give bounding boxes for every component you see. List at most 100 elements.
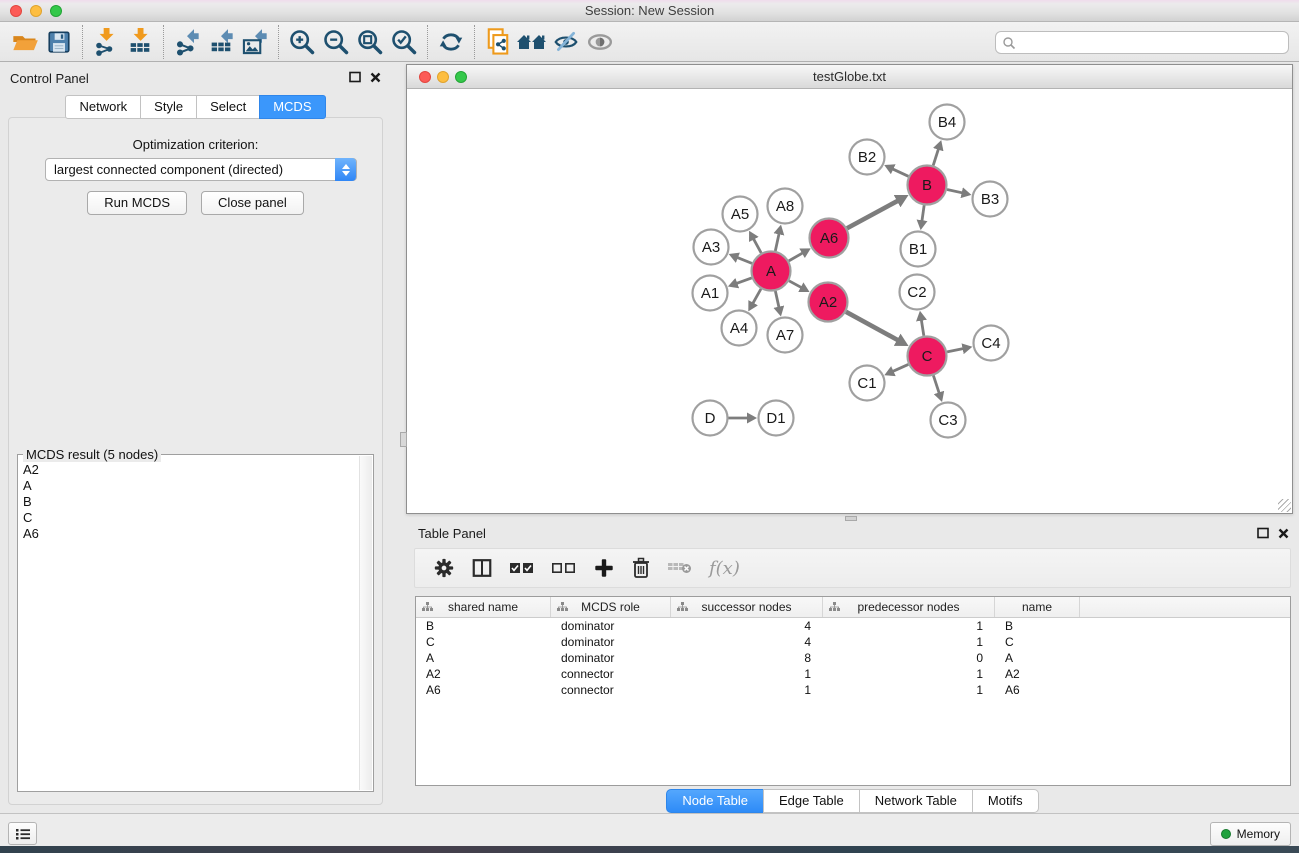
graph-edge-C-C3[interactable] xyxy=(933,375,939,392)
tab-network[interactable]: Network xyxy=(65,95,141,119)
graph-node-A1[interactable]: A1 xyxy=(693,276,728,311)
tab-style[interactable]: Style xyxy=(140,95,197,119)
graph-edge-A-A7[interactable] xyxy=(775,291,779,307)
column-header-shared-name[interactable]: shared name xyxy=(416,597,551,617)
task-history-button[interactable] xyxy=(8,822,37,845)
zoom-selected-button[interactable] xyxy=(387,26,421,58)
export-network-button[interactable] xyxy=(170,26,204,58)
graph-node-D[interactable]: D xyxy=(693,401,728,436)
network-canvas[interactable]: A A1 A2 A3 A4 A5 A6 A7 A8 B B1 B2 B3 B4 C C1 C2 C3 C4 D D1 xyxy=(407,90,1292,513)
list-item[interactable]: A6 xyxy=(23,526,359,542)
graph-edge-A-A3[interactable] xyxy=(737,258,752,264)
unselect-all-icon[interactable] xyxy=(551,559,577,577)
tab-motifs[interactable]: Motifs xyxy=(972,789,1039,813)
graph-node-B4[interactable]: B4 xyxy=(930,105,965,140)
zoom-in-button[interactable] xyxy=(285,26,319,58)
close-panel-button[interactable]: Close panel xyxy=(201,191,304,215)
delete-table-icon[interactable] xyxy=(667,559,693,577)
tab-select[interactable]: Select xyxy=(196,95,260,119)
zoom-fit-button[interactable] xyxy=(353,26,387,58)
function-builder-button[interactable]: f(x) xyxy=(709,558,740,579)
graph-edge-A6-B[interactable] xyxy=(847,201,898,228)
import-table-button[interactable] xyxy=(123,26,157,58)
graph-node-A2[interactable]: A2 xyxy=(809,283,848,322)
result-scrollbar[interactable] xyxy=(359,456,372,790)
table-row[interactable]: A dominator 8 0 A xyxy=(416,650,1290,666)
column-header-successor-nodes[interactable]: successor nodes xyxy=(671,597,823,617)
graph-edge-C-C2[interactable] xyxy=(921,320,923,336)
graph-node-B[interactable]: B xyxy=(908,166,947,205)
delete-column-trash-icon[interactable] xyxy=(631,557,651,579)
float-panel-icon[interactable] xyxy=(1257,527,1269,539)
graph-edge-A-A8[interactable] xyxy=(775,234,779,251)
save-session-button[interactable] xyxy=(42,26,76,58)
column-header-predecessor-nodes[interactable]: predecessor nodes xyxy=(823,597,995,617)
home-button[interactable] xyxy=(515,26,549,58)
float-panel-icon[interactable] xyxy=(349,71,361,83)
network-window-titlebar[interactable]: testGlobe.txt xyxy=(407,65,1292,89)
network-graph[interactable]: A A1 A2 A3 A4 A5 A6 A7 A8 B B1 B2 B3 B4 C C1 C2 C3 C4 D D1 xyxy=(407,90,1292,514)
clone-network-button[interactable] xyxy=(481,26,515,58)
window-resize-grip[interactable] xyxy=(1278,499,1291,512)
close-panel-icon[interactable] xyxy=(370,72,381,83)
search-input[interactable] xyxy=(1016,32,1288,53)
graph-node-A[interactable]: A xyxy=(752,252,791,291)
list-item[interactable]: A xyxy=(23,478,359,494)
graph-edge-A-A1[interactable] xyxy=(737,278,752,283)
graph-node-C3[interactable]: C3 xyxy=(931,403,966,438)
graph-edge-B-B4[interactable] xyxy=(933,149,938,165)
list-item[interactable]: A2 xyxy=(23,462,359,478)
graph-edge-A-A6[interactable] xyxy=(789,253,803,261)
graph-node-C2[interactable]: C2 xyxy=(900,275,935,310)
criterion-select[interactable]: largest connected component (directed) xyxy=(45,158,357,181)
split-divider-handle[interactable] xyxy=(845,516,857,521)
run-mcds-button[interactable]: Run MCDS xyxy=(87,191,187,215)
list-item[interactable]: B xyxy=(23,494,359,510)
graph-node-A7[interactable]: A7 xyxy=(768,318,803,353)
select-all-icon[interactable] xyxy=(509,559,535,577)
graph-edge-A-A2[interactable] xyxy=(789,281,801,288)
graph-node-B3[interactable]: B3 xyxy=(973,182,1008,217)
graph-edge-A-A5[interactable] xyxy=(754,239,762,253)
graph-node-C4[interactable]: C4 xyxy=(974,326,1009,361)
tab-edge-table[interactable]: Edge Table xyxy=(763,789,860,813)
graph-edge-A2-C[interactable] xyxy=(846,312,898,340)
graph-node-A8[interactable]: A8 xyxy=(768,189,803,224)
graph-node-B2[interactable]: B2 xyxy=(850,140,885,175)
toolbar-search-field[interactable] xyxy=(995,31,1289,54)
graph-node-C1[interactable]: C1 xyxy=(850,366,885,401)
refresh-view-button[interactable] xyxy=(434,26,468,58)
graph-node-A4[interactable]: A4 xyxy=(722,311,757,346)
column-header-name[interactable]: name xyxy=(995,597,1080,617)
close-panel-icon[interactable] xyxy=(1278,528,1289,539)
graph-edge-B-B1[interactable] xyxy=(922,205,924,220)
import-network-button[interactable] xyxy=(89,26,123,58)
open-session-button[interactable] xyxy=(8,26,42,58)
graph-node-A5[interactable]: A5 xyxy=(723,197,758,232)
graph-node-B1[interactable]: B1 xyxy=(901,232,936,267)
tab-mcds[interactable]: MCDS xyxy=(259,95,325,119)
table-row[interactable]: B dominator 4 1 B xyxy=(416,618,1290,634)
table-row[interactable]: A6 connector 1 1 A6 xyxy=(416,682,1290,698)
graph-edge-C-C1[interactable] xyxy=(893,364,908,371)
graph-node-C[interactable]: C xyxy=(908,337,947,376)
zoom-out-button[interactable] xyxy=(319,26,353,58)
tab-node-table[interactable]: Node Table xyxy=(666,789,764,813)
memory-button[interactable]: Memory xyxy=(1210,822,1291,846)
graph-node-A6[interactable]: A6 xyxy=(810,219,849,258)
show-columns-icon[interactable] xyxy=(471,557,493,579)
export-image-button[interactable] xyxy=(238,26,272,58)
tab-network-table[interactable]: Network Table xyxy=(859,789,973,813)
graph-node-D1[interactable]: D1 xyxy=(759,401,794,436)
graph-edge-C-C4[interactable] xyxy=(947,349,963,352)
add-column-icon[interactable] xyxy=(593,557,615,579)
graph-node-A3[interactable]: A3 xyxy=(694,230,729,265)
graph-edge-A-A4[interactable] xyxy=(753,289,761,303)
table-row[interactable]: A2 connector 1 1 A2 xyxy=(416,666,1290,682)
graph-edge-B-B2[interactable] xyxy=(893,169,909,176)
table-row[interactable]: C dominator 4 1 C xyxy=(416,634,1290,650)
window-left-grip[interactable] xyxy=(400,432,407,447)
show-graphics-details-button[interactable] xyxy=(583,26,617,58)
column-header-mcds-role[interactable]: MCDS role xyxy=(551,597,671,617)
gear-icon[interactable] xyxy=(433,557,455,579)
